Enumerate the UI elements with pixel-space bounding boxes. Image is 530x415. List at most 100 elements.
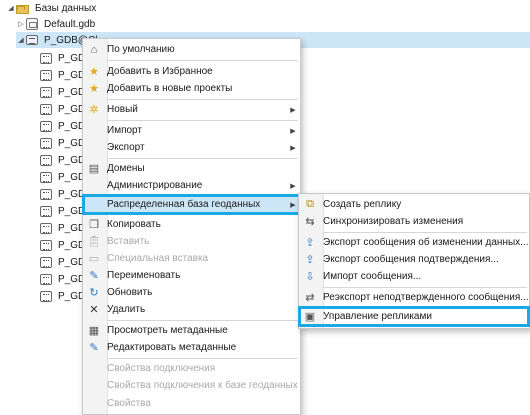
delete-x-icon: ✕ [89,304,99,316]
menu-label: Копировать [107,219,161,230]
menu-item-properties[interactable]: Свойства [83,395,300,412]
menu-item-create-replica[interactable]: ⧉ Создать реплику [299,196,529,213]
menu-item-connection-properties[interactable]: Свойства подключения [83,360,300,377]
menu-item-export-ack-message[interactable]: ⇪ Экспорт сообщения подтверждения... [299,251,529,268]
dataset-icon [40,120,52,132]
manage-replicas-icon: ▣ [304,311,316,323]
submenu-arrow-icon: ▶ [290,144,296,152]
sync-icon: ⇆ [305,216,315,228]
copy-icon: ❐ [89,219,99,231]
menu-item-view-metadata[interactable]: ▦ Просмотреть метаданные [83,322,300,339]
menu-item-administration[interactable]: Администрирование ▶ [83,177,300,194]
domains-table-icon: ▤ [88,163,100,175]
menu-item-gdb-connection-properties[interactable]: Свойства подключения к базе геоданных [83,377,300,394]
pencil-icon: ✎ [89,270,99,282]
menu-label: Управление репликами [323,311,432,322]
menu-label: Просмотреть метаданные [107,325,228,336]
menu-label: Распределенная база геоданных [107,199,261,210]
menu-item-distributed-gdb[interactable]: Распределенная база геоданных ▶ [82,194,301,215]
menu-label: Экспорт [107,142,145,153]
dataset-icon [40,137,52,149]
menu-label: Переименовать [107,270,181,281]
create-replica-icon: ⧉ [306,198,314,210]
menu-separator [107,60,298,61]
distributed-gdb-submenu: ⧉ Создать реплику ⇆ Синхронизировать изм… [298,193,530,329]
menu-label: Реэкспорт неподтвержденного сообщения... [323,292,529,303]
export-message-icon: ⇪ [305,237,315,249]
menu-label: Удалить [107,304,146,315]
menu-item-export-change-message[interactable]: ⇪ Экспорт сообщения об изменении данных.… [299,234,529,251]
menu-label: По умолчанию [107,44,175,55]
context-menu: ⌂ По умолчанию ★ Добавить в Избранное ★ … [82,38,301,415]
menu-separator [107,99,298,100]
reexport-icon: ⇄ [305,292,315,304]
submenu-arrow-icon: ▶ [290,106,296,114]
menu-item-refresh[interactable]: ↻ Обновить [83,284,300,301]
menu-label: Импорт [107,125,142,136]
menu-label: Редактировать метаданные [107,342,237,353]
menu-separator [107,158,298,159]
menu-label: Вставить [107,236,150,247]
menu-item-paste[interactable]: 📋︎ Вставить [83,233,300,250]
dataset-icon [40,171,52,183]
menu-label: Свойства подключения к базе геоданных [107,380,298,391]
menu-item-rename[interactable]: ✎ Переименовать [83,267,300,284]
star-icon: ★ [89,83,99,95]
menu-item-delete[interactable]: ✕ Удалить [83,301,300,318]
expand-arrow-icon[interactable]: ▷ [16,20,26,28]
folder-icon [16,4,29,14]
menu-label: Добавить в Избранное [107,66,213,77]
menu-label: Специальная вставка [107,253,209,264]
menu-item-import[interactable]: Импорт ▶ [83,122,300,139]
dataset-icon [40,222,52,234]
pencil-icon: ✎ [89,342,99,354]
home-icon: ⌂ [90,43,98,56]
menu-item-export[interactable]: Экспорт ▶ [83,139,300,156]
menu-item-edit-metadata[interactable]: ✎ Редактировать метаданные [83,339,300,356]
menu-item-domains[interactable]: ▤ Домены [83,160,300,177]
menu-item-add-favorites[interactable]: ★ Добавить в Избранное [83,63,300,80]
menu-item-default[interactable]: ⌂ По умолчанию [83,41,300,58]
dataset-icon [40,86,52,98]
menu-label: Создать реплику [323,199,402,210]
dataset-icon [40,103,52,115]
menu-label: Администрирование [107,180,203,191]
menu-item-paste-special[interactable]: ▭ Специальная вставка [83,250,300,267]
menu-separator [323,287,527,288]
geodatabase-icon [26,18,38,30]
refresh-icon: ↻ [89,287,99,299]
menu-item-manage-replicas[interactable]: ▣ Управление репликами [298,306,530,327]
menu-separator [323,232,527,233]
dataset-icon [40,273,52,285]
menu-item-reexport-unacknowledged[interactable]: ⇄ Реэкспорт неподтвержденного сообщения.… [299,289,529,306]
menu-item-sync-changes[interactable]: ⇆ Синхронизировать изменения [299,213,529,230]
menu-label: Экспорт сообщения об изменении данных... [323,237,529,248]
menu-label: Домены [107,163,145,174]
metadata-icon: ▦ [88,325,100,337]
collapse-arrow-icon[interactable]: ◢ [16,36,26,44]
tree-node-databases[interactable]: ◢ Базы данных [6,0,96,16]
menu-label: Синхронизировать изменения [323,216,464,227]
menu-label: Добавить в новые проекты [107,83,233,94]
export-ack-icon: ⇪ [305,254,315,266]
import-message-icon: ⇩ [305,271,315,283]
submenu-arrow-icon: ▶ [290,127,296,135]
dataset-icon [40,239,52,251]
menu-item-import-message[interactable]: ⇩ Импорт сообщения... [299,268,529,285]
dataset-icon [40,154,52,166]
tree-node-default-gdb[interactable]: ▷ Default.gdb [16,16,95,32]
menu-separator [107,358,298,359]
menu-item-new[interactable]: ✲ Новый ▶ [83,101,300,118]
database-connection-icon [26,35,38,45]
menu-item-copy[interactable]: ❐ Копировать [83,216,300,233]
paste-special-icon: ▭ [88,253,100,265]
menu-item-add-new-projects[interactable]: ★ Добавить в новые проекты [83,80,300,97]
tree-label: Базы данных [35,2,97,14]
menu-label: Новый [107,104,138,115]
collapse-arrow-icon[interactable]: ◢ [6,4,16,12]
menu-separator [107,120,298,121]
dataset-icon [40,256,52,268]
submenu-arrow-icon: ▶ [290,182,296,190]
dataset-icon [40,205,52,217]
menu-separator [107,320,298,321]
